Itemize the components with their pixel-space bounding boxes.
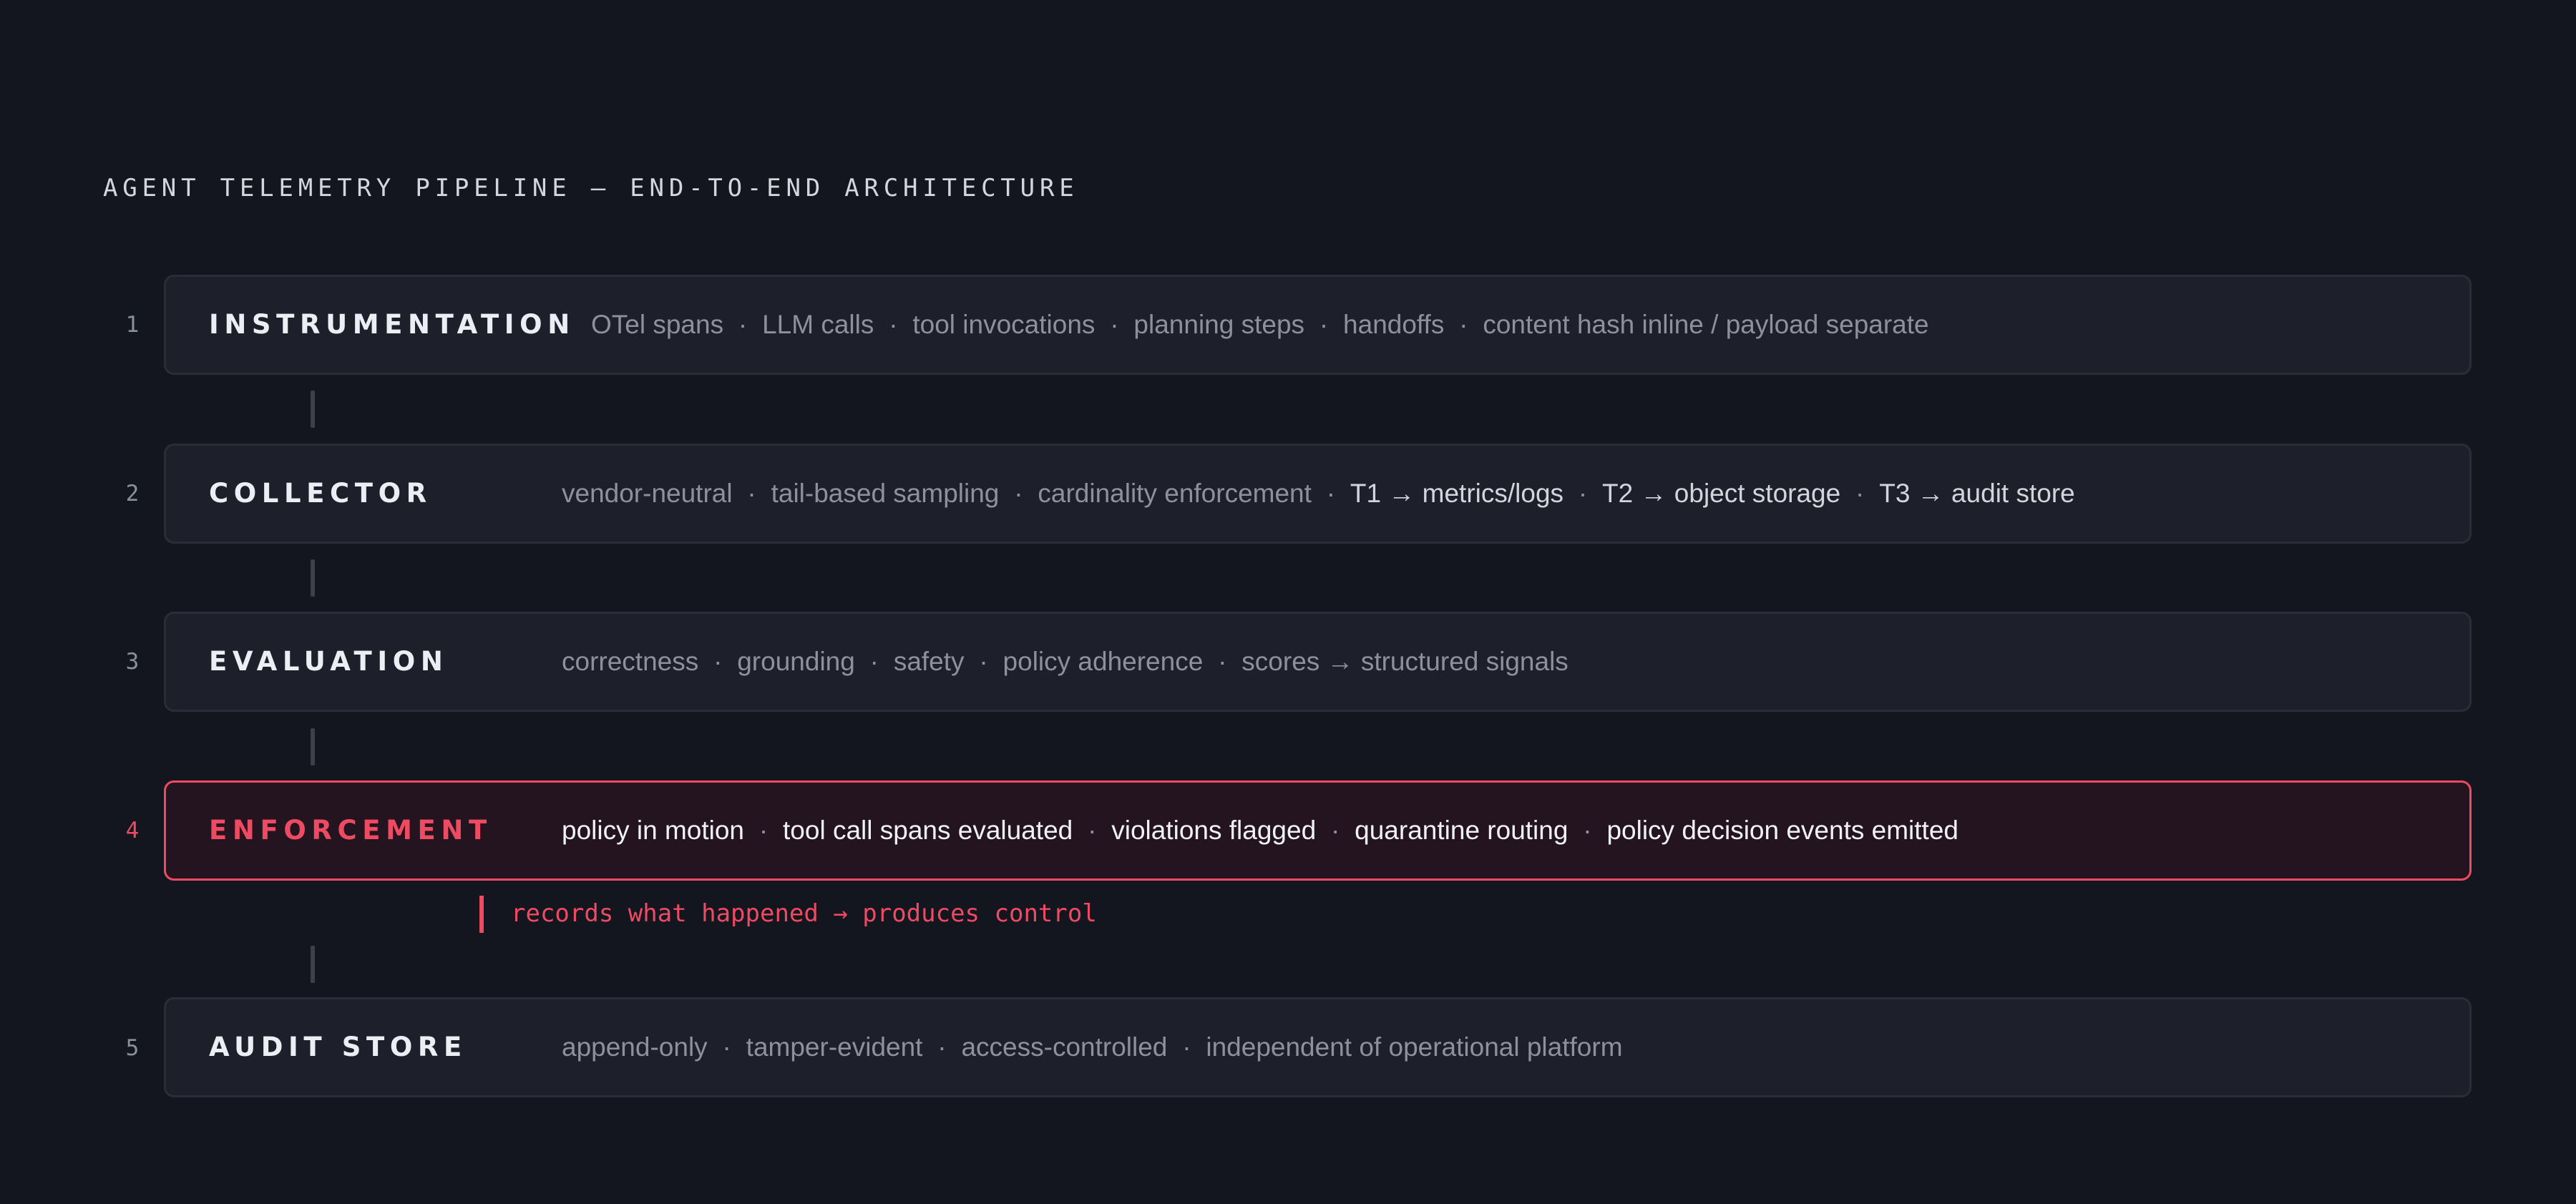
stage-name: EVALUATION	[209, 646, 449, 677]
stage-item: policy in motion	[562, 816, 745, 845]
stage-items: correctness · grounding · safety · policy adhe…	[562, 614, 1568, 710]
stage-item: access-controlled	[961, 1032, 1168, 1062]
stage-item: LLM calls	[762, 310, 874, 339]
separator-dot: ·	[1218, 647, 1227, 676]
separator-dot: ·	[1182, 1032, 1191, 1062]
stage-item: OTel spans	[591, 310, 724, 339]
stage-item: tool invocations	[912, 310, 1096, 339]
stage-enforcement: ENFORCEMENT policy in motion · tool call s…	[164, 780, 2472, 881]
connector-line	[311, 946, 315, 983]
separator-dot: ·	[758, 816, 769, 845]
separator-dot: ·	[1330, 816, 1340, 845]
stage-item: vendor-neutral	[562, 479, 733, 508]
stage-instrumentation: INSTRUMENTATION OTel spans · LLM calls · too…	[164, 275, 2472, 375]
separator-dot: ·	[1459, 310, 1468, 339]
separator-dot: ·	[713, 647, 723, 676]
separator-dot: ·	[1326, 479, 1336, 508]
stage-item: tool call spans evaluated	[783, 816, 1073, 845]
stage-name: ENFORCEMENT	[209, 815, 492, 846]
stage-item: content hash inline / payload separate	[1483, 310, 1929, 339]
separator-dot: ·	[1855, 479, 1865, 508]
stage-items: append-only · tamper-evident · access-contro…	[562, 999, 1623, 1095]
stage-items: policy in motion · tool call spans evaluat…	[562, 783, 1958, 878]
stage-item: handoffs	[1343, 310, 1445, 339]
stage-name: COLLECTOR	[209, 478, 432, 509]
diagram-title: AGENT TELEMETRY PIPELINE — END-TO-END AR…	[103, 174, 1079, 202]
stage-name: AUDIT STORE	[209, 1032, 467, 1062]
stage-item: T1 → metrics/logs	[1350, 479, 1564, 508]
stage-number-1: 1	[125, 312, 140, 338]
stage-item: tamper-evident	[746, 1032, 923, 1062]
stage-item: planning steps	[1133, 310, 1305, 339]
stage-item: cardinality enforcement	[1038, 479, 1312, 508]
stage-item: T2 → object storage	[1602, 479, 1841, 508]
separator-dot: ·	[1319, 310, 1329, 339]
connector-line	[311, 391, 315, 428]
note-accent-bar	[479, 896, 484, 933]
stage-item: grounding	[737, 647, 855, 676]
separator-dot: ·	[1088, 816, 1097, 845]
stage-items: OTel spans · LLM calls · tool invocations · pl…	[591, 277, 1929, 373]
stage-item: quarantine routing	[1355, 816, 1568, 845]
stage-item: policy decision events emitted	[1606, 816, 1958, 845]
separator-dot: ·	[869, 647, 879, 676]
separator-dot: ·	[738, 310, 748, 339]
enforcement-note: records what happened → produces control	[511, 899, 1097, 928]
stage-item: tail-based sampling	[771, 479, 1000, 508]
separator-dot: ·	[1583, 816, 1592, 845]
stage-audit-store: AUDIT STORE append-only · tamper-evident · a…	[164, 997, 2472, 1097]
stage-number-2: 2	[125, 481, 140, 506]
separator-dot: ·	[1578, 479, 1588, 508]
separator-dot: ·	[889, 310, 898, 339]
separator-dot: ·	[1014, 479, 1023, 508]
stage-number-4: 4	[125, 818, 140, 843]
stage-item: correctness	[562, 647, 699, 676]
stage-item: T3 → audit store	[1879, 479, 2075, 508]
stage-name: INSTRUMENTATION	[209, 309, 575, 340]
stage-item: safety	[893, 647, 965, 676]
stage-item: independent of operational platform	[1206, 1032, 1623, 1062]
stage-item: violations flagged	[1111, 816, 1317, 845]
stage-number-3: 3	[125, 649, 140, 675]
stage-number-5: 5	[125, 1035, 140, 1061]
connector-line	[311, 559, 315, 597]
stage-evaluation: EVALUATION correctness · grounding · safety ·…	[164, 612, 2472, 712]
separator-dot: ·	[937, 1032, 947, 1062]
connector-line	[311, 728, 315, 765]
separator-dot: ·	[1110, 310, 1119, 339]
stage-item: append-only	[562, 1032, 708, 1062]
separator-dot: ·	[747, 479, 756, 508]
stage-collector: COLLECTOR vendor-neutral · tail-based samp…	[164, 444, 2472, 544]
stage-item: scores → structured signals	[1241, 647, 1568, 676]
separator-dot: ·	[979, 647, 988, 676]
stage-item: policy adherence	[1002, 647, 1204, 676]
stage-items: vendor-neutral · tail-based sampling · cardi…	[562, 446, 2075, 542]
separator-dot: ·	[722, 1032, 731, 1062]
